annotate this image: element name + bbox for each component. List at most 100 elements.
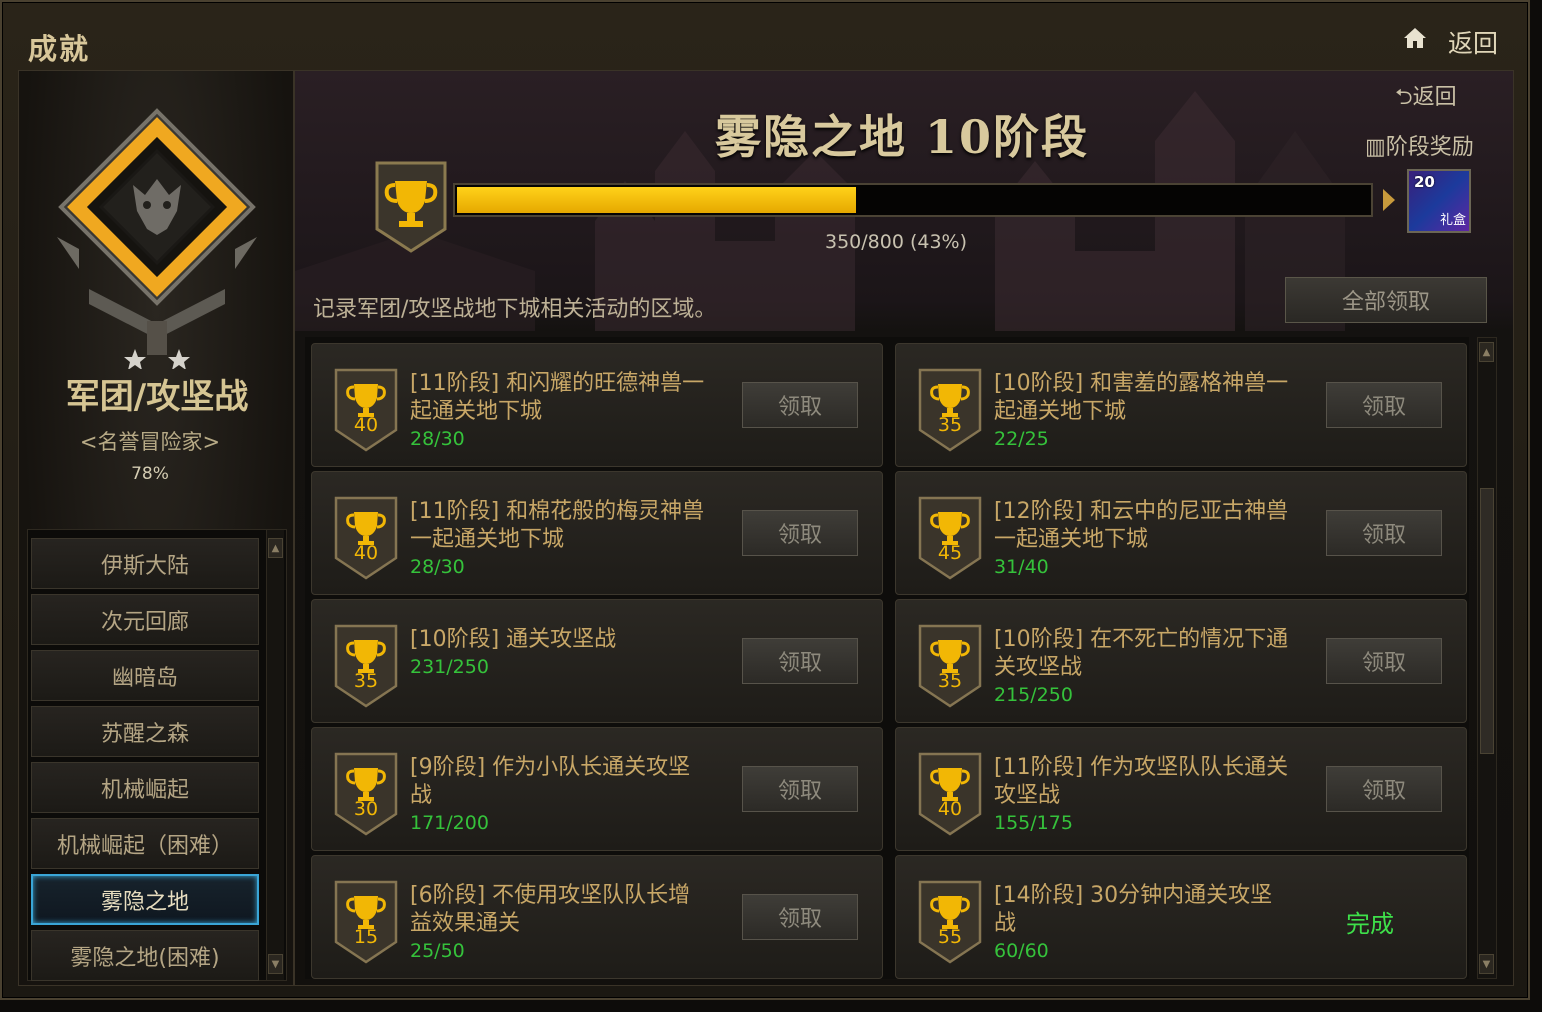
- achievement-card: 30 [9阶段] 作为小队长通关攻坚战 171/200 领取: [311, 727, 883, 851]
- claim-button[interactable]: 领取: [742, 894, 858, 940]
- achievement-points: 35: [937, 670, 963, 692]
- claim-button[interactable]: 领取: [742, 510, 858, 556]
- achievement-task: [14阶段] 30分钟内通关攻坚战: [994, 883, 1273, 936]
- achievement-count: 171/200: [410, 812, 489, 834]
- achievement-points: 30: [353, 798, 379, 820]
- achievement-count: 231/250: [410, 656, 489, 678]
- nav-item-machine-rise[interactable]: 机械崛起: [31, 762, 259, 813]
- chevron-up-icon[interactable]: ▲: [1479, 342, 1494, 362]
- category-description: 记录军团/攻坚战地下城相关活动的区域。: [313, 297, 717, 322]
- stage-progress-text: 350/800 (43%): [825, 231, 968, 253]
- reward-count-badge: 20: [1414, 173, 1435, 191]
- achievement-count: 31/40: [994, 556, 1049, 578]
- stage-title: 雾隐之地 10阶段: [715, 110, 1090, 164]
- stage-progress-bar: [453, 183, 1373, 217]
- nav-scrollbar[interactable]: ▲ ▼: [266, 530, 284, 980]
- home-icon[interactable]: [1402, 26, 1428, 50]
- trophy-icon: 15: [334, 880, 398, 964]
- achievement-window: 成就 返回 军团/攻坚战 <名誉冒险家> 78% 伊斯大陆 次元回廊 幽暗岛 苏…: [0, 0, 1530, 1000]
- achievement-points: 35: [937, 414, 963, 436]
- nav-item-awakened-forest[interactable]: 苏醒之森: [31, 706, 259, 757]
- achievement-task: [10阶段] 通关攻坚战: [410, 627, 617, 652]
- claim-button[interactable]: 领取: [1326, 510, 1442, 556]
- back-button[interactable]: 返回: [1448, 24, 1498, 60]
- stage-reward-link[interactable]: ▥阶段奖励: [1365, 129, 1474, 161]
- trophy-icon: 35: [334, 624, 398, 708]
- achievement-done-label: 完成: [1346, 910, 1394, 938]
- stage-panel: 雾隐之地 10阶段 ⮌返回 ▥阶段奖励 20 礼盒 350/800 (43%) …: [294, 70, 1514, 986]
- achievement-task: [11阶段] 和闪耀的旺德神兽一起通关地下城: [410, 371, 705, 424]
- stage-progress-fill: [457, 187, 856, 213]
- chevron-down-icon[interactable]: ▼: [268, 954, 283, 974]
- trophy-icon: 35: [918, 624, 982, 708]
- achievement-task: [6阶段] 不使用攻坚队队长增益效果通关: [410, 883, 691, 936]
- trophy-icon: 35: [918, 368, 982, 452]
- achievement-task: [10阶段] 在不死亡的情况下通关攻坚战: [994, 627, 1289, 680]
- achievement-task: [9阶段] 作为小队长通关攻坚战: [410, 755, 691, 808]
- achievement-count: 28/30: [410, 428, 465, 450]
- achievement-count: 22/25: [994, 428, 1049, 450]
- achievement-task: [10阶段] 和害羞的露格神兽一起通关地下城: [994, 371, 1289, 424]
- nav-item-machine-rise-hard[interactable]: 机械崛起（困难）: [31, 818, 259, 869]
- category-subtitle: <名誉冒险家>: [79, 430, 221, 454]
- trophy-icon: 30: [334, 752, 398, 836]
- claim-button[interactable]: 领取: [1326, 638, 1442, 684]
- achievement-task: [11阶段] 作为攻坚队队长通关攻坚战: [994, 755, 1289, 808]
- dungeon-nav-list: 伊斯大陆 次元回廊 幽暗岛 苏醒之森 机械崛起 机械崛起（困难） 雾隐之地 雾隐…: [27, 529, 287, 981]
- claim-all-button[interactable]: 全部领取: [1285, 277, 1487, 323]
- achievement-count: 60/60: [994, 940, 1049, 962]
- trophy-icon: 40: [334, 496, 398, 580]
- chevron-down-icon[interactable]: ▼: [1479, 954, 1494, 974]
- achievement-points: 40: [353, 414, 379, 436]
- achievement-task: [12阶段] 和云中的尼亚古神兽一起通关地下城: [994, 499, 1289, 552]
- chevron-up-icon[interactable]: ▲: [268, 538, 283, 558]
- achievement-count: 25/50: [410, 940, 465, 962]
- achievement-points: 45: [937, 542, 963, 564]
- trophy-icon: 55: [918, 880, 982, 964]
- category-panel: 军团/攻坚战 <名誉冒险家> 78% 伊斯大陆 次元回廊 幽暗岛 苏醒之森 机械…: [18, 70, 294, 986]
- progress-arrow-icon: [1383, 189, 1395, 211]
- claim-button[interactable]: 领取: [742, 638, 858, 684]
- nav-item-dark-island[interactable]: 幽暗岛: [31, 650, 259, 701]
- achievement-points: 15: [353, 926, 379, 948]
- stage-reward-item[interactable]: 20 礼盒: [1407, 169, 1471, 233]
- scrollbar-thumb[interactable]: [1480, 488, 1494, 754]
- achievement-scrollbar[interactable]: ▲ ▼: [1477, 337, 1497, 979]
- claim-button[interactable]: 领取: [742, 766, 858, 812]
- titlebar: 成就 返回: [2, 2, 1528, 68]
- achievement-count: 215/250: [994, 684, 1073, 706]
- reward-item-label: 礼盒: [1439, 213, 1466, 228]
- achievement-task: [11阶段] 和棉花般的梅灵神兽一起通关地下城: [410, 499, 705, 552]
- trophy-icon: 40: [334, 368, 398, 452]
- achievement-points: 35: [353, 670, 379, 692]
- trophy-icon: 40: [918, 752, 982, 836]
- claim-button[interactable]: 领取: [1326, 766, 1442, 812]
- achievement-card: 40 [11阶段] 和闪耀的旺德神兽一起通关地下城 28/30 领取: [311, 343, 883, 467]
- achievement-card: 55 [14阶段] 30分钟内通关攻坚战 60/60 完成: [895, 855, 1467, 979]
- achievement-card: 15 [6阶段] 不使用攻坚队队长增益效果通关 25/50 领取: [311, 855, 883, 979]
- achievement-points: 40: [353, 542, 379, 564]
- achievement-card: 40 [11阶段] 作为攻坚队队长通关攻坚战 155/175 领取: [895, 727, 1467, 851]
- category-title: 军团/攻坚战: [65, 377, 249, 417]
- achievement-card: 35 [10阶段] 和害羞的露格神兽一起通关地下城 22/25 领取: [895, 343, 1467, 467]
- nav-item-dimension-corridor[interactable]: 次元回廊: [31, 594, 259, 645]
- claim-button[interactable]: 领取: [742, 382, 858, 428]
- category-percent: 78%: [131, 464, 169, 484]
- achievement-card: 35 [10阶段] 在不死亡的情况下通关攻坚战 215/250 领取: [895, 599, 1467, 723]
- back-arrow-icon: ⮌: [1395, 85, 1413, 110]
- achievement-card: 40 [11阶段] 和棉花般的梅灵神兽一起通关地下城 28/30 领取: [311, 471, 883, 595]
- claim-button[interactable]: 领取: [1326, 382, 1442, 428]
- gift-icon: ▥: [1365, 135, 1386, 160]
- achievement-count: 155/175: [994, 812, 1073, 834]
- achievement-card: 35 [10阶段] 通关攻坚战 231/250 领取: [311, 599, 883, 723]
- achievement-points: 40: [937, 798, 963, 820]
- nav-item-isle[interactable]: 伊斯大陆: [31, 538, 259, 589]
- stage-back-link[interactable]: ⮌返回: [1395, 79, 1457, 118]
- category-emblem-icon: [57, 108, 257, 369]
- trophy-icon: 45: [918, 496, 982, 580]
- window-title: 成就: [28, 32, 91, 66]
- achievement-card: 45 [12阶段] 和云中的尼亚古神兽一起通关地下城 31/40 领取: [895, 471, 1467, 595]
- achievement-count: 28/30: [410, 556, 465, 578]
- nav-item-mist-land[interactable]: 雾隐之地: [31, 874, 259, 925]
- nav-item-mist-land-hard[interactable]: 雾隐之地(困难): [31, 930, 259, 981]
